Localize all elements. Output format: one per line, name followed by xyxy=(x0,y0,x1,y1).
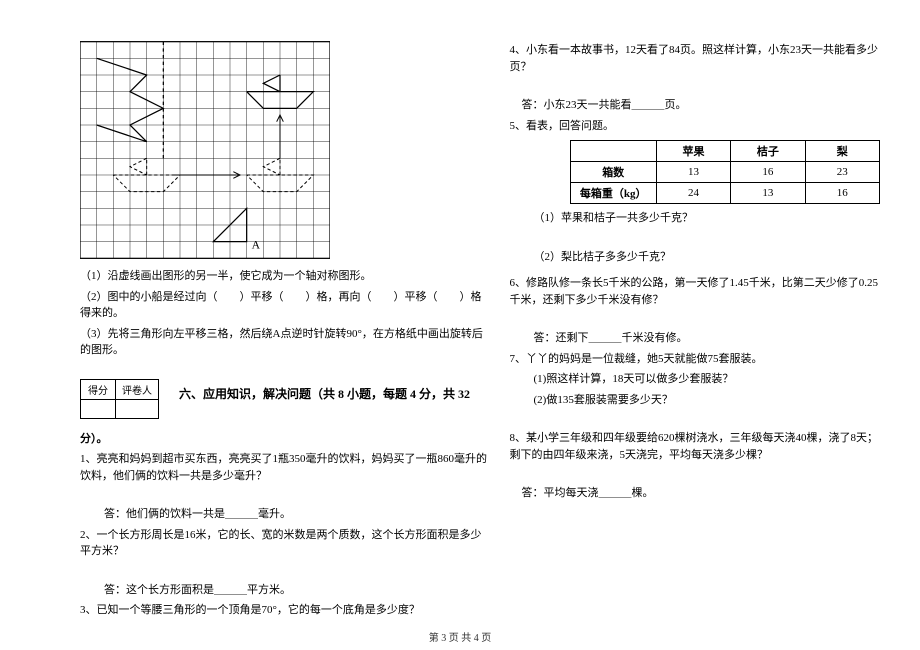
table-cell: 16 xyxy=(731,162,805,183)
section-six-title-tail: 分）。 xyxy=(80,431,490,448)
question-4: 4、小东看一本故事书，12天看了84页。照这样计算，小东23天一共能看多少页？ xyxy=(510,42,881,75)
table-cell: 13 xyxy=(656,162,730,183)
question-4-answer: 答：小东23天一共能看＿＿＿页。 xyxy=(510,97,881,114)
a-label: A xyxy=(252,238,261,251)
table-row-label-2: 每箱重（kg） xyxy=(570,183,656,204)
page-footer: 第 3 页 共 4 页 xyxy=(0,629,920,644)
table-cell: 23 xyxy=(805,162,879,183)
table-cell: 24 xyxy=(656,183,730,204)
question-2-answer: 答：这个长方形面积是＿＿＿平方米。 xyxy=(80,582,490,599)
question-8-answer: 答：平均每天浇＿＿＿棵。 xyxy=(510,485,881,502)
table-row: 箱数 13 16 23 xyxy=(570,162,880,183)
question-1: 1、亮亮和妈妈到超市买东西，亮亮买了1瓶350毫升的饮料，妈妈买了一瓶860毫升… xyxy=(80,451,490,484)
table-header-row: 苹果 桔子 梨 xyxy=(570,141,880,162)
page-container: A （1）沿虚线画出图形的另一半，使它成为一个轴对称图形。 （2）图中的小船是经… xyxy=(0,0,920,650)
question-6-answer: 答：还剩下＿＿＿千米没有修。 xyxy=(510,330,881,347)
data-table: 苹果 桔子 梨 箱数 13 16 23 每箱重（kg） 24 13 16 xyxy=(570,140,881,204)
table-row-label-1: 箱数 xyxy=(570,162,656,183)
table-header-orange: 桔子 xyxy=(731,141,805,162)
left-column: A （1）沿虚线画出图形的另一半，使它成为一个轴对称图形。 （2）图中的小船是经… xyxy=(70,40,500,630)
question-7: 7、丫丫的妈妈是一位裁缝，她5天就能做75套服装。 xyxy=(510,351,881,368)
question-5: 5、看表，回答问题。 xyxy=(510,118,881,135)
question-7-sub1: (1)照这样计算，18天可以做多少套服装？ xyxy=(510,371,881,388)
question-8: 8、某小学三年级和四年级要给620棵树浇水，三年级每天浇40棵，浇了8天；剩下的… xyxy=(510,430,881,463)
score-label-marker: 评卷人 xyxy=(116,379,159,399)
grid-figure: A xyxy=(80,40,330,260)
table-cell: 16 xyxy=(805,183,879,204)
table-header-blank xyxy=(570,141,656,162)
table-row: 每箱重（kg） 24 13 16 xyxy=(570,183,880,204)
question-5-sub1: （1）苹果和桔子一共多少千克？ xyxy=(510,210,881,227)
question-6: 6、修路队修一条长5千米的公路，第一天修了1.45千米，比第二天少修了0.25千… xyxy=(510,275,881,308)
question-7-sub2: (2)做135套服装需要多少天？ xyxy=(510,392,881,409)
sub-question-3: （3）先将三角形向左平移三格，然后绕A点逆时针旋转90°，在方格纸中画出旋转后的… xyxy=(80,326,490,359)
table-header-pear: 梨 xyxy=(805,141,879,162)
table-cell: 13 xyxy=(731,183,805,204)
right-column: 4、小东看一本故事书，12天看了84页。照这样计算，小东23天一共能看多少页？ … xyxy=(500,40,891,630)
sub-question-1: （1）沿虚线画出图形的另一半，使它成为一个轴对称图形。 xyxy=(80,268,490,285)
score-blank-1 xyxy=(81,399,116,418)
question-1-answer: 答：他们俩的饮料一共是＿＿＿毫升。 xyxy=(80,506,490,523)
score-blank-2 xyxy=(116,399,159,418)
score-box: 得分 评卷人 xyxy=(80,379,159,419)
score-label-score: 得分 xyxy=(81,379,116,399)
table-header-apple: 苹果 xyxy=(656,141,730,162)
section-six-title: 六、应用知识，解决问题（共 8 小题，每题 4 分，共 32 xyxy=(179,385,470,402)
sub-question-2: （2）图中的小船是经过向（ ）平移（ ）格，再向（ ）平移（ ）格得来的。 xyxy=(80,289,490,322)
question-2: 2、一个长方形周长是16米，它的长、宽的米数是两个质数，这个长方形面积是多少平方… xyxy=(80,527,490,560)
question-5-sub2: （2）梨比桔子多多少千克？ xyxy=(510,249,881,266)
question-3: 3、已知一个等腰三角形的一个顶角是70°，它的每一个底角是多少度？ xyxy=(80,602,490,619)
